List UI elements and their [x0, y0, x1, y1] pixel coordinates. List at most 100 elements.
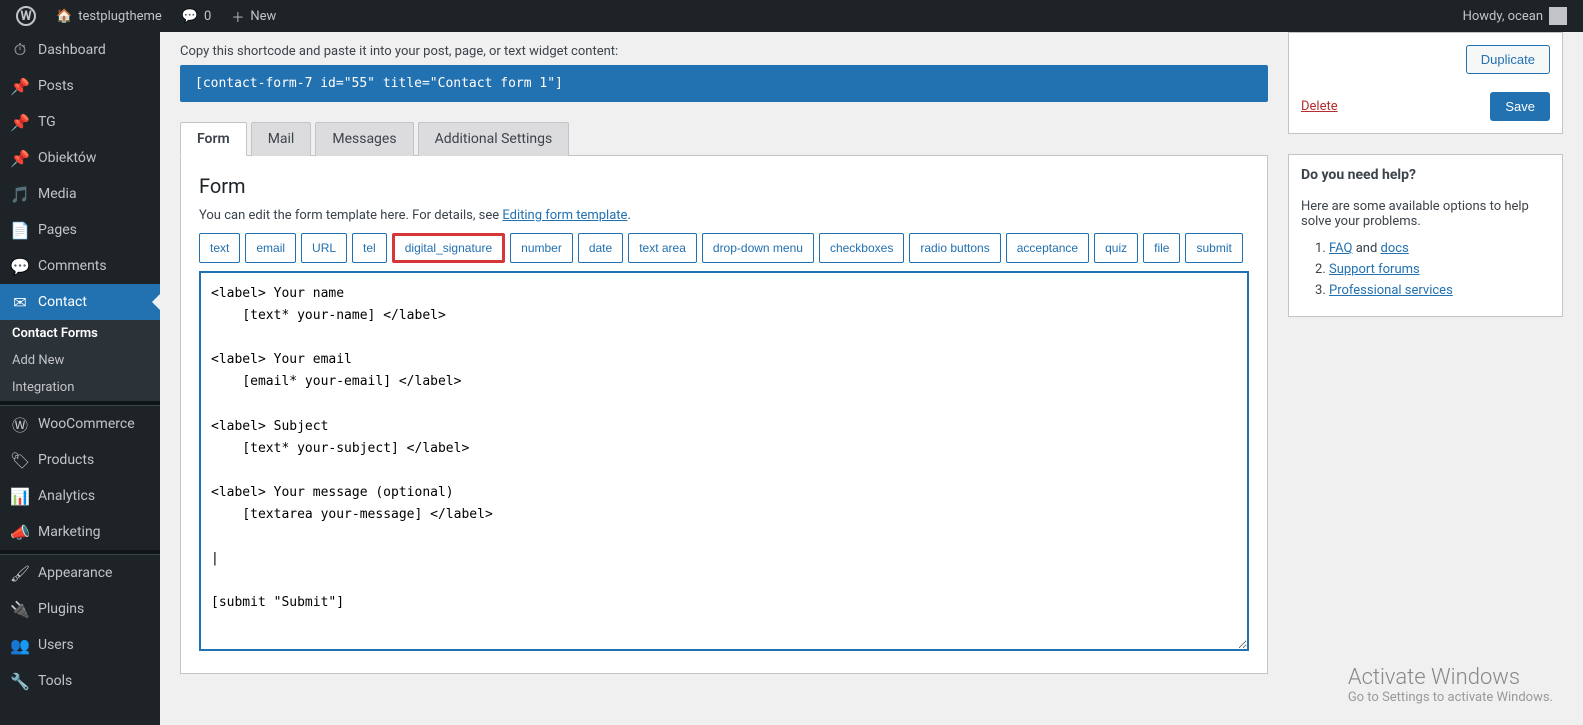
- activate-subtitle: Go to Settings to activate Windows.: [1348, 690, 1553, 705]
- pin-icon: 📌: [10, 112, 30, 132]
- submenu-item-contact-forms[interactable]: Contact Forms: [0, 320, 160, 347]
- menu-label: Comments: [38, 258, 107, 274]
- shortcode-display[interactable]: [contact-form-7 id="55" title="Contact f…: [180, 65, 1268, 102]
- wrench-icon: 🔧: [10, 671, 30, 691]
- brush-icon: 🖌: [10, 563, 30, 583]
- page-icon: 📄: [10, 220, 30, 240]
- help-links-list: FAQ and docs Support forums Professional s…: [1301, 241, 1550, 298]
- admin-sidebar: ⏱ Dashboard 📌Posts 📌 TG 📌Obiektów🎵Media📄Pages…: [0, 32, 160, 725]
- form-panel: Form You can edit the form template here…: [180, 156, 1268, 674]
- tab-additional-settings[interactable]: Additional Settings: [418, 122, 570, 156]
- home-icon: 🏠: [56, 9, 72, 24]
- menu-item-woocommerce[interactable]: Ⓦ WooCommerce: [0, 406, 160, 442]
- avatar-icon: [1549, 7, 1567, 25]
- menu-item-users[interactable]: 👥 Users: [0, 627, 160, 663]
- save-button[interactable]: Save: [1490, 92, 1550, 121]
- help-text: Here are some available options to help …: [1301, 199, 1550, 229]
- menu-item-tg[interactable]: 📌 TG: [0, 104, 160, 140]
- menu-label: Users: [38, 637, 74, 653]
- comments-link[interactable]: 💬 0: [176, 0, 218, 32]
- menu-item-comments[interactable]: 💬 Comments: [0, 248, 160, 284]
- tab-mail[interactable]: Mail: [251, 122, 312, 156]
- tag-email-button[interactable]: email: [245, 233, 296, 263]
- delete-link[interactable]: Delete: [1301, 99, 1338, 114]
- menu-item-pages[interactable]: 📄Pages: [0, 212, 160, 248]
- menu-label: Appearance: [38, 565, 112, 581]
- mail-icon: ✉: [10, 292, 30, 312]
- tag-file-button[interactable]: file: [1143, 233, 1180, 263]
- tag-number-button[interactable]: number: [510, 233, 573, 263]
- menu-item-products[interactable]: 🏷Products: [0, 442, 160, 478]
- menu-item-analytics[interactable]: 📊 Analytics: [0, 478, 160, 514]
- plug-icon: 🔌: [10, 599, 30, 619]
- user-menu[interactable]: Howdy, ocean: [1457, 0, 1573, 32]
- menu-label: Marketing: [38, 524, 101, 540]
- help-link-item: Support forums: [1329, 262, 1550, 277]
- help-link-item: Professional services: [1329, 283, 1550, 298]
- users-icon: 👥: [10, 635, 30, 655]
- wp-logo-menu[interactable]: W: [10, 0, 42, 32]
- panel-title: Form: [199, 174, 1249, 198]
- menu-item-marketing[interactable]: 📣Marketing: [0, 514, 160, 550]
- help-link[interactable]: docs: [1381, 241, 1409, 256]
- submenu: Contact FormsAdd NewIntegration: [0, 320, 160, 401]
- help-link[interactable]: Support forums: [1329, 262, 1420, 277]
- menu-item-contact[interactable]: ✉Contact: [0, 284, 160, 320]
- tag-drop-down-menu-button[interactable]: drop-down menu: [702, 233, 814, 263]
- tag-checkboxes-button[interactable]: checkboxes: [819, 233, 904, 263]
- new-content-link[interactable]: ＋ New: [225, 0, 282, 32]
- menu-label: Dashboard: [38, 42, 106, 58]
- tag-submit-button[interactable]: submit: [1185, 233, 1242, 263]
- editing-template-link[interactable]: Editing form template: [502, 208, 627, 223]
- site-name-link[interactable]: 🏠 testplugtheme: [50, 0, 168, 32]
- admin-toolbar: W 🏠 testplugtheme 💬 0 ＋ New Howdy, ocean: [0, 0, 1583, 32]
- menu-item-posts[interactable]: 📌Posts: [0, 68, 160, 104]
- menu-item-plugins[interactable]: 🔌Plugins: [0, 591, 160, 627]
- form-tabs: FormMailMessagesAdditional Settings: [180, 122, 1268, 156]
- activate-title: Activate Windows: [1348, 665, 1553, 690]
- dashboard-icon: ⏱: [10, 40, 30, 60]
- tag-url-button[interactable]: URL: [301, 233, 347, 263]
- menu-label: Analytics: [38, 488, 95, 504]
- tag-tel-button[interactable]: tel: [352, 233, 387, 263]
- tag-radio-buttons-button[interactable]: radio buttons: [909, 233, 1000, 263]
- help-link[interactable]: Professional services: [1329, 283, 1453, 298]
- menu-item-media[interactable]: 🎵Media: [0, 176, 160, 212]
- comment-icon: 💬: [10, 256, 30, 276]
- duplicate-button[interactable]: Duplicate: [1466, 45, 1550, 74]
- tab-messages[interactable]: Messages: [315, 122, 413, 156]
- menu-label: Obiektów: [38, 150, 96, 166]
- windows-activation-watermark: Activate Windows Go to Settings to activ…: [1348, 665, 1553, 705]
- tag-digital-signature-button[interactable]: digital_signature: [392, 233, 505, 263]
- howdy-text: Howdy, ocean: [1463, 9, 1543, 24]
- chart-icon: 📊: [10, 486, 30, 506]
- new-label: New: [250, 9, 276, 24]
- menu-item-dashboard[interactable]: ⏱ Dashboard: [0, 32, 160, 68]
- form-template-textarea[interactable]: [199, 271, 1249, 651]
- comment-icon: 💬: [182, 9, 198, 24]
- help-title: Do you need help?: [1301, 167, 1550, 183]
- help-box: Do you need help? Here are some availabl…: [1288, 154, 1563, 317]
- tag-generator-row: textemailURLteldigital_signaturenumberda…: [199, 233, 1249, 263]
- shortcode-instruction: Copy this shortcode and paste it into yo…: [180, 44, 1268, 59]
- help-link[interactable]: FAQ: [1329, 241, 1352, 256]
- tag-quiz-button[interactable]: quiz: [1094, 233, 1138, 263]
- help-link-item: FAQ and docs: [1329, 241, 1550, 256]
- menu-item-obiektów[interactable]: 📌Obiektów: [0, 140, 160, 176]
- menu-label: WooCommerce: [38, 416, 135, 432]
- submenu-item-add-new[interactable]: Add New: [0, 347, 160, 374]
- tab-form[interactable]: Form: [180, 122, 247, 156]
- menu-label: Tools: [38, 673, 72, 689]
- menu-label: TG: [38, 114, 56, 130]
- tag-icon: 🏷: [10, 450, 30, 470]
- tag-text-area-button[interactable]: text area: [628, 233, 697, 263]
- menu-item-appearance[interactable]: 🖌 Appearance: [0, 555, 160, 591]
- menu-label: Posts: [38, 78, 74, 94]
- tag-text-button[interactable]: text: [199, 233, 240, 263]
- submenu-item-integration[interactable]: Integration: [0, 374, 160, 401]
- woo-icon: Ⓦ: [10, 414, 30, 434]
- tag-acceptance-button[interactable]: acceptance: [1006, 233, 1089, 263]
- menu-item-tools[interactable]: 🔧 Tools: [0, 663, 160, 699]
- actions-box: Duplicate Delete Save: [1288, 32, 1563, 134]
- tag-date-button[interactable]: date: [578, 233, 623, 263]
